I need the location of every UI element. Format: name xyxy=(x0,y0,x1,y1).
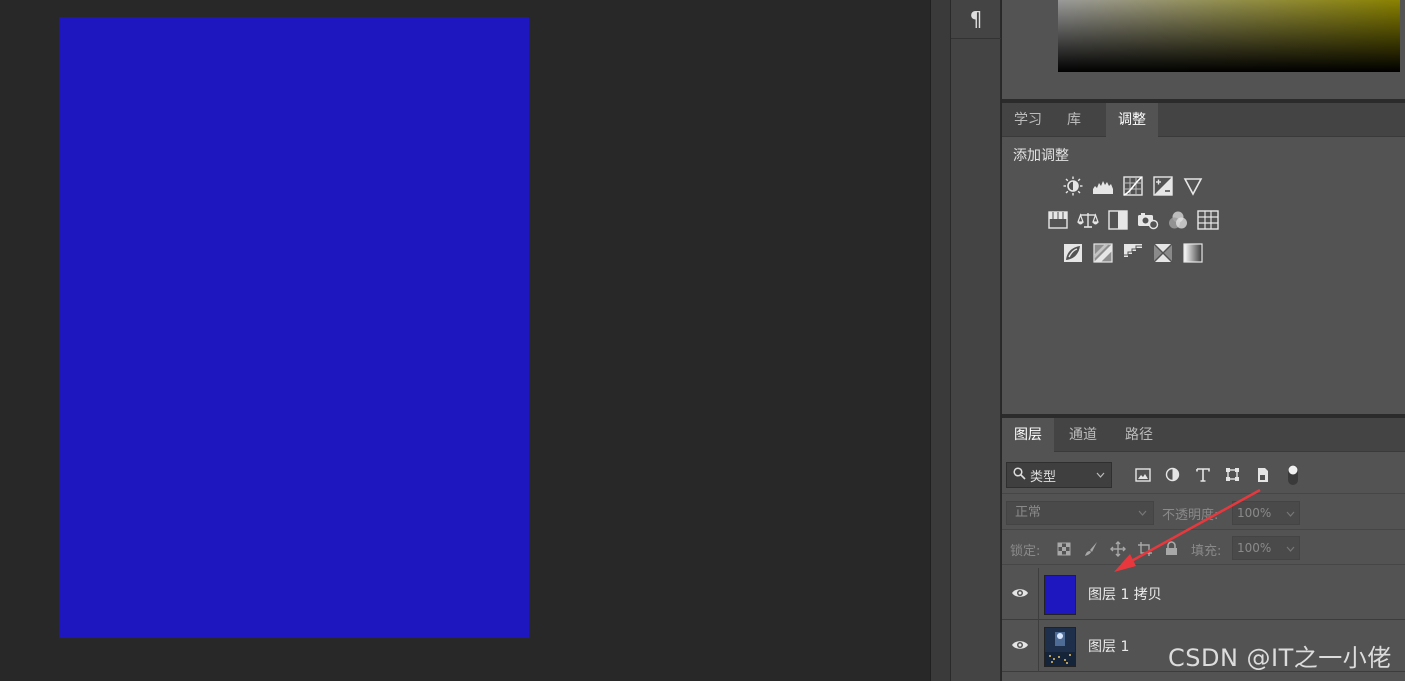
tab-channels[interactable]: 通道 xyxy=(1057,418,1109,452)
hue-saturation-icon[interactable] xyxy=(1047,209,1069,231)
tab-library[interactable]: 库 xyxy=(1055,103,1093,137)
tab-paths[interactable]: 路径 xyxy=(1113,418,1165,452)
adjustments-tabbar: 学习 库 调整 xyxy=(1002,103,1405,137)
selective-color-icon[interactable] xyxy=(1152,242,1174,264)
photo-filter-icon[interactable] xyxy=(1137,209,1159,231)
watermark: CSDN @IT之一小佬 xyxy=(1168,644,1392,672)
curves-icon[interactable] xyxy=(1122,175,1144,197)
vibrance-icon[interactable] xyxy=(1182,175,1204,197)
chevron-down-icon xyxy=(1286,537,1295,559)
chevron-down-icon xyxy=(1096,470,1105,481)
layer-filter-select[interactable]: 类型 xyxy=(1006,462,1112,488)
color-panel xyxy=(1002,0,1405,99)
tab-layers[interactable]: 图层 xyxy=(1002,418,1054,452)
invert-icon[interactable] xyxy=(1062,242,1084,264)
lock-pixels-icon[interactable] xyxy=(1081,539,1100,558)
layer-name[interactable]: 图层 1 拷贝 xyxy=(1088,584,1162,604)
canvas-area[interactable] xyxy=(0,0,930,681)
divider xyxy=(1038,620,1039,672)
eye-icon[interactable] xyxy=(1010,637,1030,653)
annotation-arrow xyxy=(1114,488,1261,572)
layer-name[interactable]: 图层 1 xyxy=(1088,636,1129,656)
photoshop-window: ¶ 学习 库 调整 添加调整 图层 通道 路径 类型 正常 不透明度: 100%… xyxy=(0,0,1405,681)
paragraph-icon: ¶ xyxy=(969,7,983,31)
blend-mode-value: 正常 xyxy=(1015,505,1042,520)
layer-thumbnail[interactable] xyxy=(1044,627,1076,667)
color-lookup-icon[interactable] xyxy=(1197,209,1219,231)
tab-adjustments[interactable]: 调整 xyxy=(1106,103,1158,137)
document-canvas[interactable] xyxy=(59,17,529,638)
filter-toggle-icon[interactable] xyxy=(1282,464,1303,485)
adjustment-icons-row-3 xyxy=(1062,242,1204,264)
lock-transparency-icon[interactable] xyxy=(1054,539,1073,558)
adjustment-icons-row-2 xyxy=(1047,209,1219,231)
eye-icon[interactable] xyxy=(1010,585,1030,601)
tab-learn[interactable]: 学习 xyxy=(1002,103,1054,137)
threshold-icon[interactable] xyxy=(1122,242,1144,264)
panel-dock-strip: ¶ xyxy=(950,0,1001,681)
photo-thumbnail-image xyxy=(1045,628,1075,666)
color-balance-icon[interactable] xyxy=(1077,209,1099,231)
search-icon xyxy=(1013,466,1026,484)
channel-mixer-icon[interactable] xyxy=(1167,209,1189,231)
panel-collapse-strip[interactable] xyxy=(930,0,950,681)
color-picker-field[interactable] xyxy=(1058,0,1400,72)
layer-thumbnail[interactable] xyxy=(1044,575,1076,615)
divider xyxy=(1038,568,1039,620)
black-white-icon[interactable] xyxy=(1107,209,1129,231)
chevron-down-icon xyxy=(1286,502,1295,524)
gradient-map-icon[interactable] xyxy=(1182,242,1204,264)
paragraph-panel-button[interactable]: ¶ xyxy=(951,0,1001,39)
lock-label: 锁定: xyxy=(1010,544,1041,559)
layers-tabbar: 图层 通道 路径 xyxy=(1002,418,1405,452)
brightness-icon[interactable] xyxy=(1062,175,1084,197)
adjustments-panel: 学习 库 调整 添加调整 xyxy=(1002,103,1405,414)
layer-filter-value: 类型 xyxy=(1030,469,1057,485)
levels-icon[interactable] xyxy=(1092,175,1114,197)
exposure-icon[interactable] xyxy=(1152,175,1174,197)
adjustment-icons-row-1 xyxy=(1062,175,1204,197)
posterize-icon[interactable] xyxy=(1092,242,1114,264)
add-adjustment-label: 添加调整 xyxy=(1013,148,1069,164)
